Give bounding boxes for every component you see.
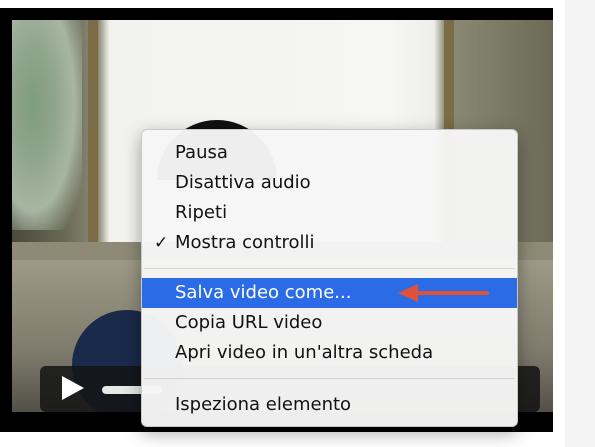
menu-item-label: Ripeti	[175, 202, 228, 223]
annotation-arrow-shaft	[415, 291, 489, 295]
menu-item-mute[interactable]: Disattiva audio	[142, 168, 517, 198]
right-panel	[565, 0, 595, 447]
menu-separator	[144, 378, 515, 379]
menu-item-label: Mostra controlli	[175, 232, 315, 253]
menu-item-copy-video-url[interactable]: Copia URL video	[142, 308, 517, 338]
menu-item-label: Copia URL video	[175, 312, 323, 333]
menu-item-label: Ispeziona elemento	[175, 394, 352, 415]
play-icon[interactable]	[62, 376, 84, 400]
menu-item-pause[interactable]: Pausa	[142, 138, 517, 168]
checkmark-icon: ✓	[154, 233, 169, 253]
menu-item-open-video-new-tab[interactable]: Apri video in un'altra scheda	[142, 338, 517, 368]
menu-separator	[144, 268, 515, 269]
window-frame-left	[88, 20, 98, 250]
menu-item-label: Salva video come...	[175, 282, 352, 303]
menu-item-show-controls[interactable]: ✓ Mostra controlli	[142, 228, 517, 258]
context-menu: Pausa Disattiva audio Ripeti ✓ Mostra co…	[141, 129, 518, 427]
annotation-arrow-icon	[398, 284, 418, 302]
menu-item-loop[interactable]: Ripeti	[142, 198, 517, 228]
menu-item-label: Apri video in un'altra scheda	[175, 342, 434, 363]
menu-item-label: Pausa	[175, 142, 228, 163]
menu-item-inspect-element[interactable]: Ispeziona elemento	[142, 390, 517, 420]
menu-item-label: Disattiva audio	[175, 172, 311, 193]
background-foliage	[12, 20, 82, 230]
